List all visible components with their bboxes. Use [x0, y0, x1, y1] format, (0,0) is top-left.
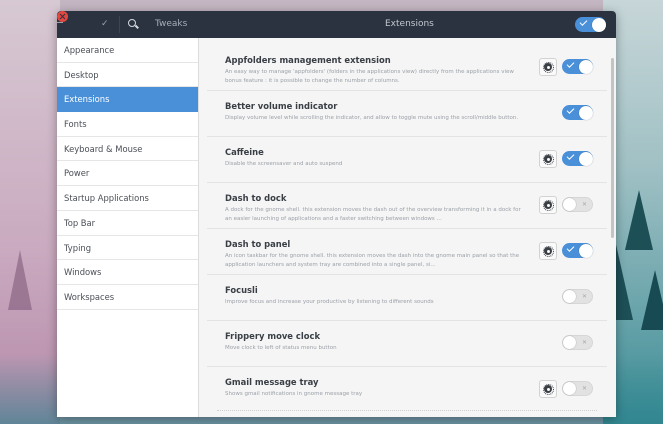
sidebar-item-keyboard-mouse[interactable]: Keyboard & Mouse — [57, 137, 198, 162]
tweaks-window: ✓ Tweaks Extensions Appearance Desktop E… — [57, 11, 616, 417]
check-icon — [566, 106, 575, 114]
minimize-icon[interactable] — [57, 22, 63, 23]
extension-name: Appfolders management extension — [225, 55, 391, 65]
settings-gear-button[interactable] — [539, 196, 557, 214]
extension-description: Move clock to left of status menu button — [225, 345, 337, 351]
extension-row-better-volume: Better volume indicator Display volume l… — [207, 90, 607, 137]
sidebar-item-windows[interactable]: Windows — [57, 260, 198, 285]
master-extensions-toggle[interactable] — [575, 17, 606, 32]
check-icon — [566, 152, 575, 160]
scrollbar[interactable] — [611, 58, 614, 238]
settings-gear-button[interactable] — [539, 380, 557, 398]
extension-toggle[interactable]: ✕ — [562, 335, 593, 350]
extension-row-gmail-message-tray: Gmail message tray Shows gmail notificat… — [207, 366, 607, 412]
extension-name: Dash to panel — [225, 239, 291, 249]
extension-description: An easy way to manage 'appfolders' (fold… — [225, 69, 514, 84]
gear-icon — [542, 153, 554, 165]
wallpaper-tree — [8, 250, 32, 310]
pane-title: Extensions — [385, 19, 434, 29]
extension-toggle[interactable] — [562, 59, 593, 74]
wallpaper-tree — [641, 270, 663, 330]
extension-name: Focusli — [225, 285, 258, 295]
settings-gear-button[interactable] — [539, 150, 557, 168]
list-end-divider — [217, 410, 597, 411]
extension-description: An icon taskbar for the gnome shell. thi… — [225, 253, 520, 268]
sidebar-item-fonts[interactable]: Fonts — [57, 112, 198, 137]
x-icon: ✕ — [581, 339, 587, 346]
extension-description: A dock for the gnome shell. this extensi… — [225, 207, 521, 222]
maximize-icon[interactable]: ✓ — [101, 17, 109, 32]
extension-name: Better volume indicator — [225, 101, 338, 111]
extensions-list[interactable]: Appfolders management extension An easy … — [199, 38, 616, 417]
extension-name: Frippery move clock — [225, 331, 321, 341]
extension-description: Improve focus and increase your producti… — [225, 299, 434, 305]
x-icon: ✕ — [581, 385, 587, 392]
settings-gear-button[interactable] — [539, 242, 557, 260]
extension-row-dash-to-panel: Dash to panel An icon taskbar for the gn… — [207, 228, 607, 275]
extension-toggle[interactable] — [562, 243, 593, 258]
extension-toggle[interactable]: ✕ — [562, 289, 593, 304]
sidebar-item-top-bar[interactable]: Top Bar — [57, 211, 198, 236]
extension-row-dash-to-dock: Dash to dock A dock for the gnome shell.… — [207, 182, 607, 229]
gear-icon — [542, 245, 554, 257]
check-icon — [566, 60, 575, 68]
sidebar-item-startup-applications[interactable]: Startup Applications — [57, 186, 198, 211]
extension-description: Display volume level while scrolling the… — [225, 115, 519, 121]
sidebar-item-typing[interactable]: Typing — [57, 236, 198, 261]
gear-icon — [542, 383, 554, 395]
close-icon[interactable] — [57, 11, 68, 22]
check-icon — [566, 244, 575, 252]
extension-name: Dash to dock — [225, 193, 287, 203]
extension-toggle[interactable] — [562, 151, 593, 166]
extension-name: Gmail message tray — [225, 377, 319, 387]
sidebar-item-power[interactable]: Power — [57, 161, 198, 187]
titlebar-separator — [119, 16, 120, 33]
extension-description: Disable the screensaver and auto suspend — [225, 161, 343, 167]
extension-row-frippery-move-clock: Frippery move clock Move clock to left o… — [207, 320, 607, 367]
sidebar-item-extensions[interactable]: Extensions — [57, 87, 198, 113]
x-icon: ✕ — [581, 293, 587, 300]
extension-description: Shows gmail notifications in gnome messa… — [225, 391, 363, 397]
app-title: Tweaks — [155, 19, 188, 29]
extension-name: Caffeine — [225, 147, 264, 157]
check-icon — [579, 18, 588, 26]
extension-toggle[interactable] — [562, 105, 593, 120]
extension-toggle[interactable]: ✕ — [562, 197, 593, 212]
extension-row-focusli: Focusli Improve focus and increase your … — [207, 274, 607, 321]
sidebar: Appearance Desktop Extensions Fonts Keyb… — [57, 38, 199, 417]
extension-toggle[interactable]: ✕ — [562, 381, 593, 396]
gear-icon — [542, 61, 554, 73]
sidebar-item-desktop[interactable]: Desktop — [57, 63, 198, 88]
sidebar-item-workspaces[interactable]: Workspaces — [57, 285, 198, 310]
settings-gear-button[interactable] — [539, 58, 557, 76]
extension-row-caffeine: Caffeine Disable the screensaver and aut… — [207, 136, 607, 183]
search-icon[interactable] — [127, 17, 139, 32]
titlebar: ✓ Tweaks Extensions — [57, 11, 616, 38]
extension-row-appfolders: Appfolders management extension An easy … — [207, 44, 607, 91]
x-icon: ✕ — [581, 201, 587, 208]
sidebar-item-appearance[interactable]: Appearance — [57, 38, 198, 63]
gear-icon — [542, 199, 554, 211]
